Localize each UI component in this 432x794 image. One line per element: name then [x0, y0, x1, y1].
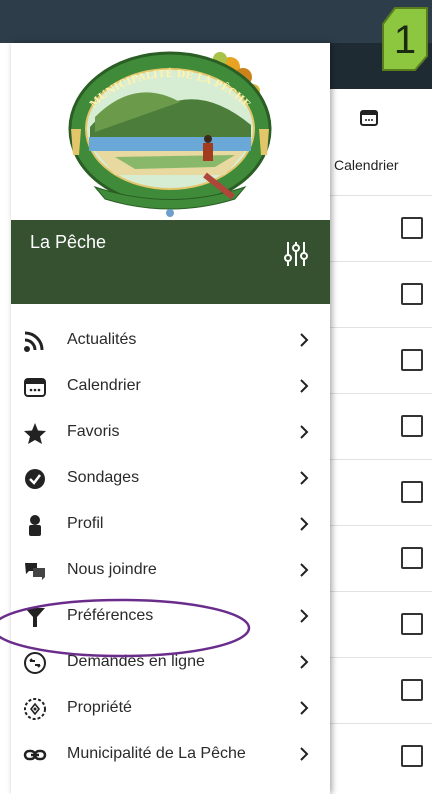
menu-item-label: Calendrier: [67, 377, 141, 394]
menu-item-label: Favoris: [67, 423, 120, 440]
list-row: [330, 393, 432, 460]
list-row: [330, 459, 432, 526]
chevron-right-icon: [300, 655, 309, 669]
chevron-right-icon: [300, 563, 309, 577]
menu-item-label: Profil: [67, 515, 104, 532]
settings-sliders-icon[interactable]: [282, 240, 310, 268]
menu-item[interactable]: Nous joindre: [11, 548, 330, 594]
chat-icon: [25, 563, 45, 580]
chevron-right-icon: [300, 471, 309, 485]
menu-item-label: Actualités: [67, 331, 137, 348]
list-row: [330, 327, 432, 394]
row-checkbox[interactable]: [401, 283, 423, 305]
property-icon: [24, 698, 46, 720]
municipality-logo: MUNICIPALITÉ DE LA PÊCHE: [68, 51, 272, 217]
menu-item[interactable]: Sondages: [11, 456, 330, 502]
list-row: [330, 723, 432, 790]
calendar-icon: [24, 378, 46, 397]
chevron-right-icon: [300, 425, 309, 439]
row-checkbox[interactable]: [401, 613, 423, 635]
calendar-icon: [360, 110, 378, 126]
step-badge-number: 1: [393, 18, 417, 62]
row-checkbox[interactable]: [401, 547, 423, 569]
check-circle-icon: [25, 469, 45, 489]
menu-item[interactable]: Favoris: [11, 410, 330, 456]
menu-item-label: Municipalité de La Pêche: [67, 745, 246, 762]
logo-area: MUNICIPALITÉ DE LA PÊCHE: [11, 43, 330, 220]
chevron-right-icon: [300, 609, 309, 623]
highlight-oval: [0, 598, 251, 658]
rss-icon: [24, 331, 44, 352]
row-checkbox[interactable]: [401, 481, 423, 503]
calendar-tab[interactable]: Calendrier: [330, 105, 432, 185]
menu-item[interactable]: Calendrier: [11, 364, 330, 410]
menu-item-label: Nous joindre: [67, 561, 157, 578]
menu-item[interactable]: Profil: [11, 502, 330, 548]
municipality-name: La Pêche: [30, 232, 107, 252]
chevron-right-icon: [300, 379, 309, 393]
navigation-drawer: MUNICIPALITÉ DE LA PÊCHE La Pêche Actual…: [11, 43, 330, 794]
chevron-right-icon: [300, 333, 309, 347]
link-icon: [23, 749, 47, 761]
row-checkbox[interactable]: [401, 745, 423, 767]
menu-item[interactable]: Propriété: [11, 686, 330, 732]
list-row: [330, 591, 432, 658]
list-row: [330, 657, 432, 724]
row-checkbox[interactable]: [401, 415, 423, 437]
menu-item-label: Sondages: [67, 469, 140, 486]
list-row: [330, 261, 432, 328]
chevron-right-icon: [300, 747, 309, 761]
list-row: [330, 195, 432, 262]
row-checkbox[interactable]: [401, 217, 423, 239]
person-icon: [29, 515, 41, 536]
row-checkbox[interactable]: [401, 679, 423, 701]
chevron-right-icon: [300, 701, 309, 715]
menu-item[interactable]: Actualités: [11, 318, 330, 364]
menu-item[interactable]: Municipalité de La Pêche: [11, 732, 330, 778]
menu-item-label: Propriété: [67, 699, 132, 716]
row-checkbox[interactable]: [401, 349, 423, 371]
list-row: [330, 525, 432, 592]
star-icon: [24, 423, 46, 444]
calendar-tab-label: Calendrier: [334, 157, 399, 173]
chevron-right-icon: [300, 517, 309, 531]
